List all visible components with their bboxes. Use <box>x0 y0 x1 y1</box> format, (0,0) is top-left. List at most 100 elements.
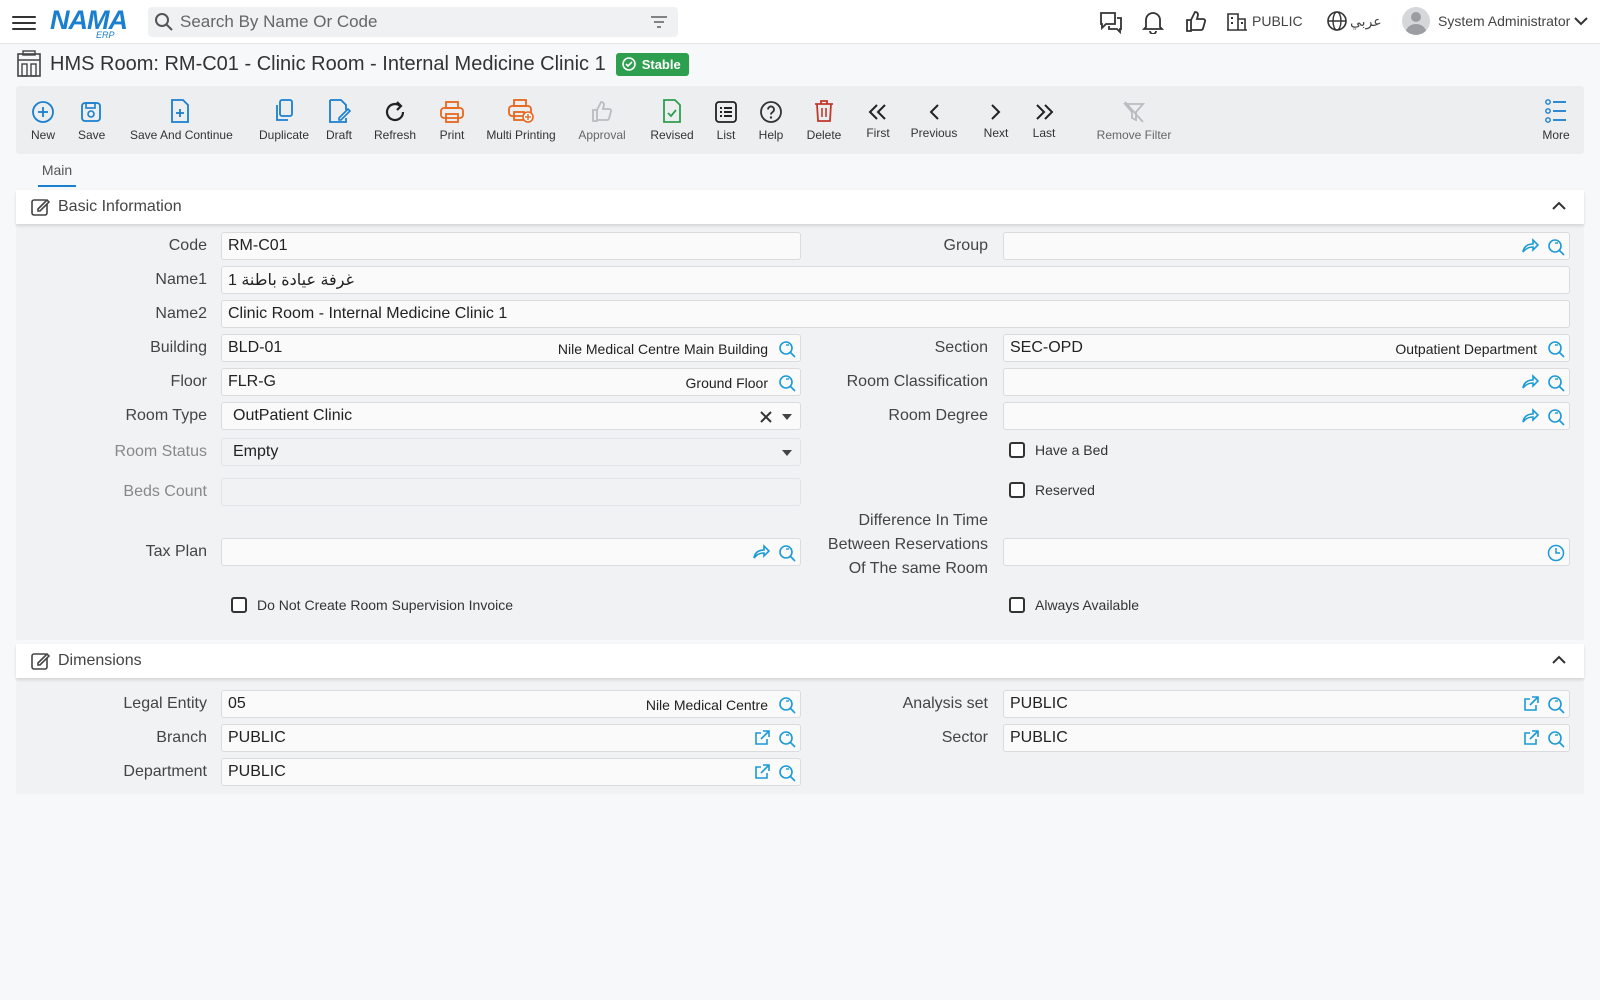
sector-label: Sector <box>941 729 988 746</box>
chevron-up-icon[interactable] <box>1552 655 1566 665</box>
checkbox-box[interactable] <box>231 597 247 613</box>
floor-field[interactable]: FLR-G Ground Floor <box>221 368 801 396</box>
search-icon[interactable] <box>1547 238 1565 256</box>
bell-icon[interactable] <box>1142 10 1164 34</box>
tax-plan-field[interactable] <box>221 538 801 566</box>
building-field[interactable]: BLD-01 Nile Medical Centre Main Building <box>221 334 801 362</box>
checkbox-box[interactable] <box>1009 442 1025 458</box>
last-button[interactable]: Last <box>1030 92 1058 140</box>
checkbox-box[interactable] <box>1009 482 1025 498</box>
external-link-icon[interactable] <box>754 764 770 780</box>
caret-down-icon[interactable] <box>782 450 792 456</box>
duplicate-button[interactable]: Duplicate <box>258 94 310 142</box>
share-icon[interactable] <box>1521 408 1539 424</box>
share-icon[interactable] <box>1521 238 1539 254</box>
tab-main[interactable]: Main <box>38 162 76 187</box>
globe-icon[interactable] <box>1326 10 1348 32</box>
basic-information-header[interactable]: Basic Information <box>16 190 1584 224</box>
checkbox-box[interactable] <box>1009 597 1025 613</box>
branch-field[interactable]: PUBLIC <box>221 724 801 752</box>
search-icon[interactable] <box>1547 340 1565 358</box>
new-button[interactable]: New <box>30 94 56 142</box>
approval-button[interactable]: Approval <box>576 94 628 142</box>
next-button[interactable]: Next <box>982 92 1010 140</box>
difference-in-time-field[interactable] <box>1003 538 1570 566</box>
search-icon[interactable] <box>1547 730 1565 748</box>
search-icon[interactable] <box>778 544 796 562</box>
company-name[interactable]: PUBLIC <box>1252 13 1303 29</box>
room-classification-field[interactable] <box>1003 368 1570 396</box>
search-icon[interactable] <box>1547 696 1565 714</box>
list-button[interactable]: List <box>714 94 738 142</box>
print-button[interactable]: Print <box>438 94 466 142</box>
company-icon[interactable] <box>1226 10 1248 32</box>
search-icon[interactable] <box>778 340 796 358</box>
language-switch[interactable]: عربي <box>1350 13 1382 30</box>
filter-icon[interactable] <box>650 14 668 30</box>
search-icon[interactable] <box>778 764 796 782</box>
name2-field[interactable]: Clinic Room - Internal Medicine Clinic 1 <box>221 300 1570 328</box>
legal-entity-field[interactable]: 05 Nile Medical Centre <box>221 690 801 718</box>
external-link-icon[interactable] <box>1523 696 1539 712</box>
clock-icon[interactable] <box>1547 544 1565 562</box>
section-field[interactable]: SEC-OPD Outpatient Department <box>1003 334 1570 362</box>
avatar[interactable] <box>1402 7 1430 35</box>
user-name[interactable]: System Administrator <box>1438 13 1570 29</box>
beds-count-label: Beds Count <box>123 483 207 500</box>
search-icon[interactable] <box>778 374 796 392</box>
always-available-checkbox[interactable]: Always Available <box>1009 597 1139 613</box>
external-link-icon[interactable] <box>754 730 770 746</box>
refresh-button[interactable]: Refresh <box>374 94 416 142</box>
reserved-checkbox[interactable]: Reserved <box>1009 482 1095 498</box>
file-check-icon <box>663 99 681 123</box>
analysis-set-field[interactable]: PUBLIC <box>1003 690 1570 718</box>
draft-button[interactable]: Draft <box>326 94 352 142</box>
remove-filter-button[interactable]: Remove Filter <box>1096 94 1172 142</box>
search-icon[interactable] <box>778 730 796 748</box>
double-chevron-left-icon <box>868 104 886 120</box>
save-button[interactable]: Save <box>78 94 105 142</box>
search-bar <box>148 7 678 37</box>
search-icon[interactable] <box>778 696 796 714</box>
code-field[interactable]: RM-C01 <box>221 232 801 260</box>
room-status-select[interactable]: Empty <box>221 438 801 466</box>
department-label: Department <box>123 763 207 780</box>
more-list-icon <box>1545 99 1566 123</box>
external-link-icon[interactable] <box>1523 730 1539 746</box>
room-degree-field[interactable] <box>1003 402 1570 430</box>
chevron-down-icon[interactable] <box>1574 16 1588 26</box>
room-type-select[interactable]: OutPatient Clinic <box>221 402 801 430</box>
share-icon[interactable] <box>1521 374 1539 390</box>
help-button[interactable]: Help <box>758 94 784 142</box>
share-icon[interactable] <box>752 544 770 560</box>
no-supervision-invoice-checkbox[interactable]: Do Not Create Room Supervision Invoice <box>231 597 513 613</box>
previous-button[interactable]: Previous <box>910 92 958 140</box>
thumbs-up-icon[interactable] <box>1184 10 1208 34</box>
beds-count-field[interactable] <box>221 478 801 506</box>
first-button[interactable]: First <box>864 92 892 140</box>
menu-icon[interactable] <box>12 12 36 32</box>
search-icon[interactable] <box>1547 408 1565 426</box>
group-label: Group <box>943 237 988 254</box>
search-input[interactable] <box>180 12 640 32</box>
chat-icon[interactable] <box>1098 10 1124 34</box>
save-and-continue-button[interactable]: Save And Continue <box>130 94 233 142</box>
revised-button[interactable]: Revised <box>650 94 694 142</box>
chevron-left-icon <box>929 104 939 120</box>
logo[interactable]: NAMA ERP <box>50 5 134 40</box>
more-button[interactable]: More <box>1542 94 1570 142</box>
dimensions-header[interactable]: Dimensions <box>16 644 1584 678</box>
have-bed-checkbox[interactable]: Have a Bed <box>1009 442 1108 458</box>
chevron-up-icon[interactable] <box>1552 201 1566 211</box>
multi-printing-button[interactable]: Multi Printing <box>486 94 556 142</box>
delete-button[interactable]: Delete <box>806 94 842 142</box>
search-icon[interactable] <box>1547 374 1565 392</box>
clear-icon[interactable] <box>760 411 772 423</box>
legal-entity-label: Legal Entity <box>123 695 207 712</box>
plus-circle-icon <box>32 101 54 123</box>
group-field[interactable] <box>1003 232 1570 260</box>
department-field[interactable]: PUBLIC <box>221 758 801 786</box>
name1-field[interactable]: غرفة عيادة باطنة 1 <box>221 266 1570 294</box>
sector-field[interactable]: PUBLIC <box>1003 724 1570 752</box>
caret-down-icon[interactable] <box>782 414 792 420</box>
